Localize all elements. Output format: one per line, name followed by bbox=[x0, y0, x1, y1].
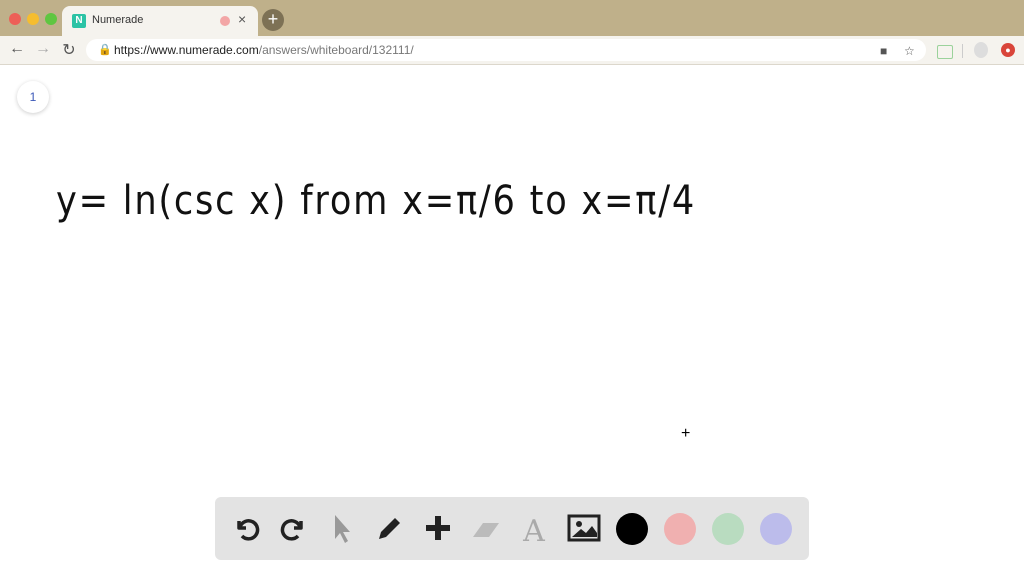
crosshair-cursor-icon: + bbox=[681, 425, 691, 442]
url-text: https://www.numerade.com/answers/whitebo… bbox=[114, 43, 414, 57]
lock-icon: 🔒 bbox=[98, 44, 112, 56]
tab-strip: N Numerade × + bbox=[0, 0, 1024, 36]
page-number-badge[interactable]: 1 bbox=[17, 81, 49, 113]
color-swatch-black[interactable] bbox=[616, 513, 648, 545]
drawing-toolbar: A bbox=[215, 497, 809, 560]
handwritten-formula: y= ln(csc x) from x=π/6 to x=π/4 bbox=[56, 178, 697, 224]
extension-icon[interactable]: ● bbox=[1001, 43, 1015, 57]
browser-tab[interactable]: N Numerade × bbox=[62, 6, 258, 36]
color-swatch-lavender[interactable] bbox=[760, 513, 792, 545]
pointer-icon[interactable] bbox=[325, 511, 359, 545]
recording-indicator-icon bbox=[220, 16, 230, 26]
cast-extension-icon[interactable] bbox=[937, 45, 953, 59]
window-close-button[interactable] bbox=[9, 13, 21, 25]
undo-icon[interactable] bbox=[229, 511, 263, 545]
forward-icon[interactable]: → bbox=[33, 40, 53, 58]
url-domain: https://www.numerade.com bbox=[114, 43, 259, 57]
plus-icon[interactable] bbox=[421, 511, 455, 545]
new-tab-button[interactable]: + bbox=[262, 9, 284, 31]
profile-avatar-icon[interactable] bbox=[974, 42, 988, 58]
window-maximize-button[interactable] bbox=[45, 13, 57, 25]
reload-icon[interactable]: ↻ bbox=[59, 40, 79, 60]
text-icon[interactable]: A bbox=[517, 511, 551, 549]
browser-toolbar: ← → ↻ 🔒 https://www.numerade.com/answers… bbox=[0, 36, 1024, 65]
bookmark-star-icon[interactable]: ☆ bbox=[904, 44, 915, 58]
back-icon[interactable]: ← bbox=[7, 40, 27, 58]
window-minimize-button[interactable] bbox=[27, 13, 39, 25]
image-icon[interactable] bbox=[567, 511, 601, 545]
eraser-icon[interactable] bbox=[469, 511, 503, 545]
toolbar-separator bbox=[962, 44, 963, 58]
redo-icon[interactable] bbox=[277, 511, 311, 545]
camera-icon[interactable]: ■ bbox=[880, 44, 887, 58]
tab-title: Numerade bbox=[92, 14, 144, 26]
url-path: /answers/whiteboard/132111/ bbox=[258, 43, 414, 57]
color-swatch-green[interactable] bbox=[712, 513, 744, 545]
address-bar[interactable]: 🔒 https://www.numerade.com/answers/white… bbox=[86, 39, 926, 61]
color-swatch-pink[interactable] bbox=[664, 513, 696, 545]
svg-text:A: A bbox=[522, 514, 545, 545]
numerade-favicon-icon: N bbox=[72, 14, 86, 28]
pen-icon[interactable] bbox=[373, 511, 407, 545]
tab-close-icon[interactable]: × bbox=[238, 11, 246, 27]
